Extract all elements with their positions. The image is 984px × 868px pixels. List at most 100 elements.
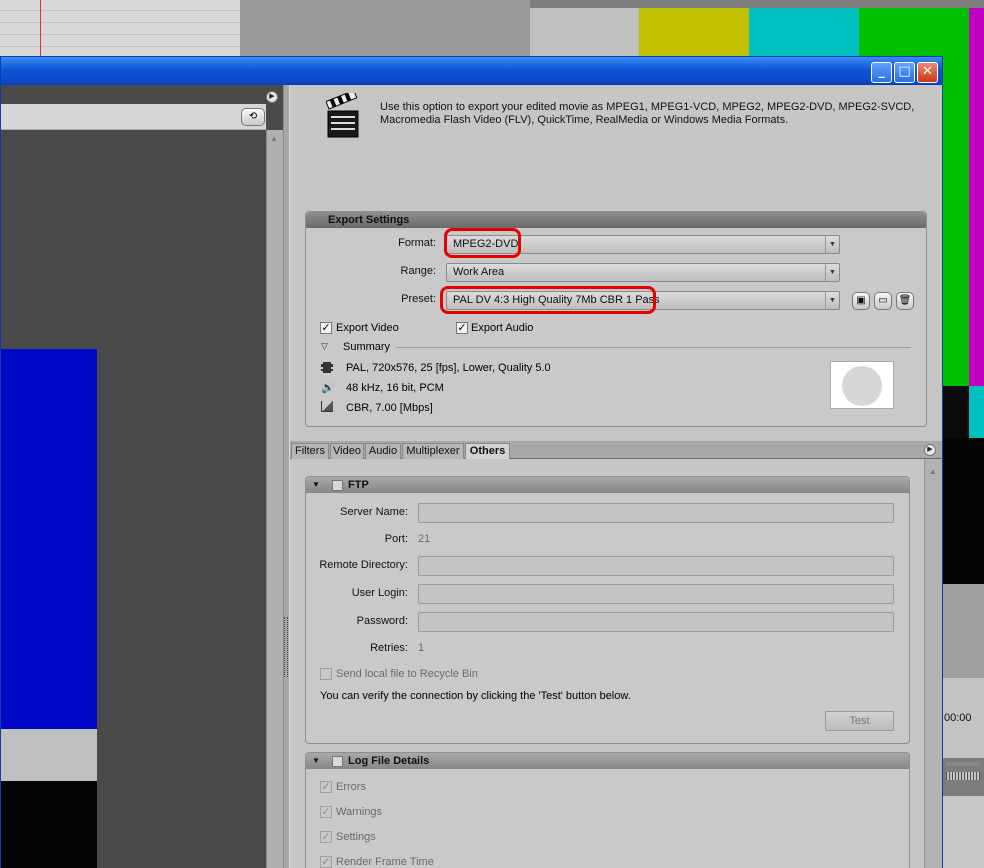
port-value[interactable]: 21 xyxy=(418,533,430,545)
export-video-checkbox[interactable]: ✓ xyxy=(320,322,332,334)
preview-circle xyxy=(842,366,882,406)
summary-divider xyxy=(396,347,911,348)
recycle-label: Send local file to Recycle Bin xyxy=(336,668,478,680)
monitor-options-icon[interactable]: ⟲ xyxy=(241,108,265,126)
export-panel: Use this option to export your edited mo… xyxy=(290,85,942,868)
format-highlight xyxy=(444,228,521,258)
render-frame-time-label: Render Frame Time xyxy=(336,856,434,868)
retries-value[interactable]: 1 xyxy=(418,642,424,654)
close-button[interactable]: ✕ xyxy=(917,62,938,83)
maximize-button[interactable]: □ xyxy=(894,62,915,83)
background-timeline xyxy=(0,0,240,56)
ftp-title: ▼ FTP xyxy=(306,477,909,493)
bitrate-chart-icon xyxy=(321,401,333,412)
monitor-toolbar: ⟲ xyxy=(1,104,266,130)
summary-label: Summary xyxy=(343,341,391,353)
log-file-title-text: Log File Details xyxy=(348,755,430,767)
chevron-down-icon: ▼ xyxy=(825,236,839,253)
tab-audio[interactable]: Audio xyxy=(365,443,401,459)
user-login-input[interactable] xyxy=(418,584,894,604)
range-label: Range: xyxy=(400,265,436,277)
settings-scrollbar[interactable]: ▲ xyxy=(924,459,942,868)
log-file-group: ▼ Log File Details ✓ Errors ✓ Warnings ✓… xyxy=(305,752,910,868)
log-file-title: ▼ Log File Details xyxy=(306,753,909,769)
film-icon xyxy=(321,362,333,373)
ftp-title-text: FTP xyxy=(348,479,369,491)
preset-label: Preset: xyxy=(401,293,436,305)
speaker-icon: 🔊 xyxy=(321,381,335,394)
tab-video[interactable]: Video xyxy=(330,443,364,459)
export-settings-group: Export Settings Format: MPEG2-DVD ▼ Rang… xyxy=(305,211,927,427)
preview-thumbnail xyxy=(830,361,894,409)
log-enable-checkbox[interactable] xyxy=(332,756,343,767)
color-bar xyxy=(859,8,969,56)
warnings-checkbox[interactable]: ✓ xyxy=(320,806,332,818)
monitor-scrollbar[interactable]: ▲ xyxy=(266,130,283,868)
export-description: Use this option to export your edited mo… xyxy=(380,101,915,126)
password-input[interactable] xyxy=(418,612,894,632)
export-video-label: Export Video xyxy=(336,322,399,334)
tab-multiplexer[interactable]: Multiplexer xyxy=(402,443,464,459)
retries-label: Retries: xyxy=(370,642,408,654)
export-window: _ □ ✕ ⟲ ▶ ▲ Use this option to export yo… xyxy=(0,56,943,868)
export-settings-title: Export Settings xyxy=(306,212,926,228)
format-label: Format: xyxy=(398,237,436,249)
slider-track[interactable] xyxy=(946,762,980,766)
tab-filters[interactable]: Filters xyxy=(291,443,329,459)
color-bar xyxy=(969,8,984,56)
delete-preset-icon[interactable]: 🗑 xyxy=(896,292,914,310)
errors-label: Errors xyxy=(336,781,366,793)
tab-others[interactable]: Others xyxy=(465,443,510,459)
warnings-label: Warnings xyxy=(336,806,383,818)
summary-audio: 48 kHz, 16 bit, PCM xyxy=(346,382,444,394)
password-label: Password: xyxy=(356,615,408,627)
splitter-grip[interactable] xyxy=(284,617,288,677)
server-name-label: Server Name: xyxy=(340,506,408,518)
background-right-strip: 00:00 xyxy=(942,56,984,868)
settings-checkbox[interactable]: ✓ xyxy=(320,831,332,843)
server-name-input[interactable] xyxy=(418,503,894,523)
remote-directory-label: Remote Directory: xyxy=(319,559,408,571)
save-preset-icon[interactable]: ▣ xyxy=(852,292,870,310)
render-frame-time-checkbox[interactable]: ✓ xyxy=(320,856,332,868)
ftp-group: ▼ FTP Server Name: Port: 21 Remote Direc… xyxy=(305,476,910,744)
color-bar xyxy=(530,8,639,56)
verify-text: You can verify the connection by clickin… xyxy=(320,690,631,702)
export-audio-label: Export Audio xyxy=(471,322,534,334)
recycle-checkbox[interactable] xyxy=(320,668,332,680)
background-panel xyxy=(240,0,530,56)
tabs-menu-icon[interactable]: ▶ xyxy=(924,444,936,456)
test-button[interactable]: Test xyxy=(825,711,894,731)
summary-bitrate: CBR, 7.00 [Mbps] xyxy=(346,402,433,414)
load-preset-icon[interactable]: ▭ xyxy=(874,292,892,310)
panel-splitter[interactable] xyxy=(283,85,290,868)
scroll-up-icon[interactable]: ▲ xyxy=(929,467,937,476)
user-login-label: User Login: xyxy=(351,587,408,599)
panel-menu-icon[interactable]: ▶ xyxy=(266,91,278,103)
video-frame-grey xyxy=(1,729,97,781)
settings-tabs: Filters Video Audio Multiplexer Others ▶ xyxy=(290,441,942,459)
minimize-button[interactable]: _ xyxy=(871,62,892,83)
summary-video: PAL, 720x576, 25 [fps], Lower, Quality 5… xyxy=(346,362,551,374)
ruler-strip xyxy=(946,772,980,780)
ftp-enable-checkbox[interactable] xyxy=(332,480,343,491)
summary-toggle-icon[interactable]: ▽ xyxy=(321,341,328,352)
range-value: Work Area xyxy=(453,266,505,278)
preset-highlight xyxy=(440,286,656,314)
port-label: Port: xyxy=(384,533,408,545)
export-audio-checkbox[interactable]: ✓ xyxy=(456,322,468,334)
remote-directory-input[interactable] xyxy=(418,556,894,576)
range-select[interactable]: Work Area ▼ xyxy=(446,263,840,282)
title-bar[interactable]: _ □ ✕ xyxy=(1,57,942,85)
color-bar xyxy=(749,8,859,56)
video-frame-blue xyxy=(1,349,97,729)
settings-label: Settings xyxy=(336,831,376,843)
clapperboard-icon xyxy=(326,93,359,138)
collapse-icon[interactable]: ▼ xyxy=(312,753,320,769)
scroll-up-icon[interactable]: ▲ xyxy=(270,134,278,143)
collapse-icon[interactable]: ▼ xyxy=(312,477,320,493)
chevron-down-icon: ▼ xyxy=(825,264,839,281)
errors-checkbox[interactable]: ✓ xyxy=(320,781,332,793)
chevron-down-icon: ▼ xyxy=(825,292,839,309)
color-bar xyxy=(639,8,749,56)
